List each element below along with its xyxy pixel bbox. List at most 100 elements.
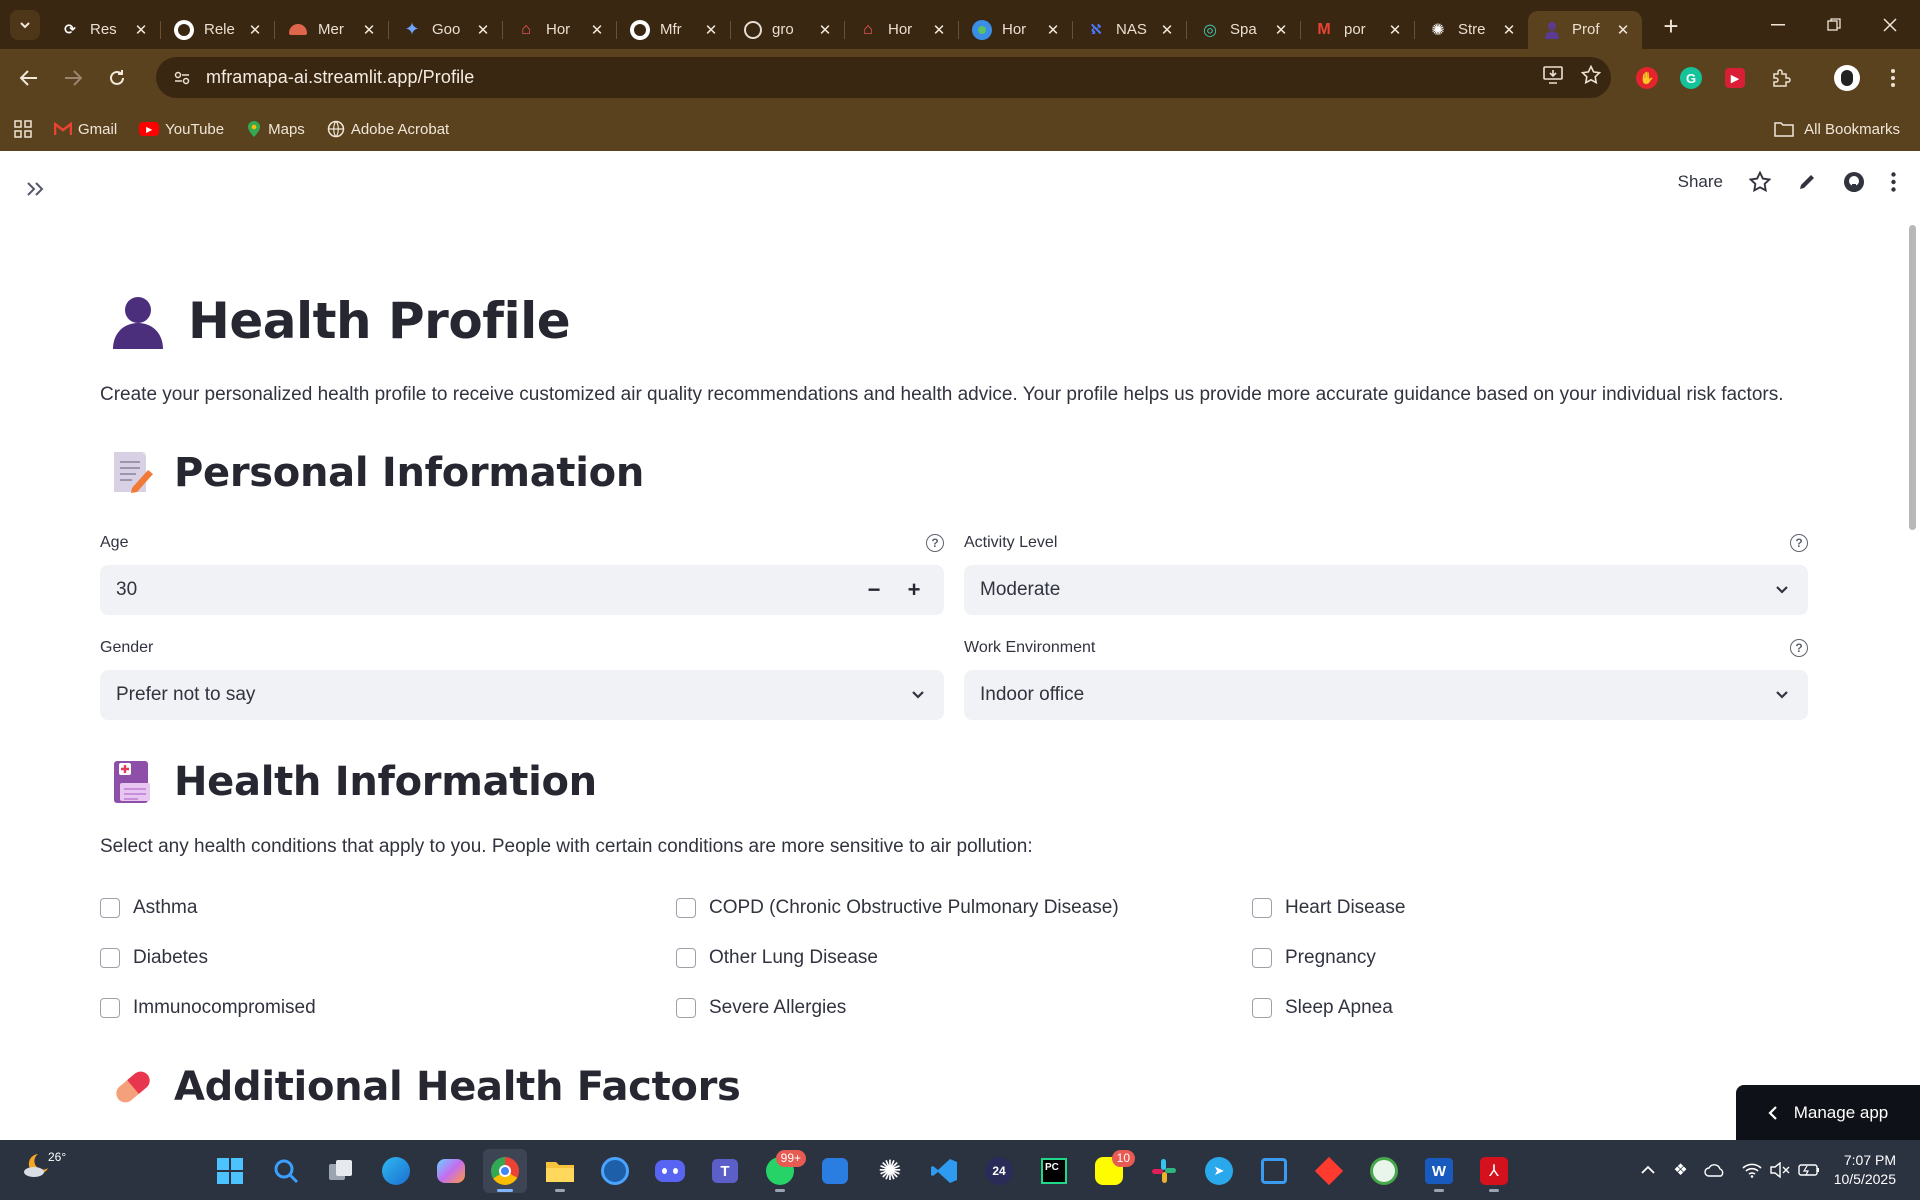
browser-tab[interactable]: Mfr ✕: [616, 11, 730, 49]
checkbox-heart-disease[interactable]: Heart Disease: [1252, 897, 1405, 919]
chatgpt-icon[interactable]: ✺: [868, 1149, 912, 1193]
red-diamond-app-icon[interactable]: [1307, 1149, 1351, 1193]
checkbox-asthma[interactable]: Asthma: [100, 897, 197, 919]
close-icon[interactable]: ✕: [702, 21, 720, 39]
checkbox-box[interactable]: [1252, 948, 1272, 968]
browser-tab[interactable]: ✦ Goo ✕: [388, 11, 502, 49]
task-view-icon[interactable]: [319, 1149, 363, 1193]
snapchat-icon[interactable]: 10: [1087, 1149, 1135, 1193]
edit-pencil-icon[interactable]: [1797, 172, 1817, 192]
minimize-button[interactable]: [1750, 0, 1806, 49]
all-bookmarks-button[interactable]: All Bookmarks: [1774, 107, 1900, 151]
edge-beta-icon[interactable]: [374, 1149, 418, 1193]
extension-stop-icon[interactable]: ✋: [1629, 49, 1665, 107]
clock[interactable]: 7:07 PM 10/5/2025: [1834, 1151, 1896, 1189]
discord-icon[interactable]: [648, 1149, 692, 1193]
bookmark-youtube[interactable]: ▶ YouTube: [139, 121, 224, 138]
onedrive-icon[interactable]: [1704, 1163, 1726, 1177]
gender-select[interactable]: Prefer not to say: [100, 670, 944, 720]
beta-app-icon[interactable]: [593, 1149, 637, 1193]
blue-app-icon[interactable]: [813, 1149, 857, 1193]
checkbox-sleep-apnea[interactable]: Sleep Apnea: [1252, 997, 1393, 1019]
help-question-icon[interactable]: ?: [926, 534, 944, 552]
close-icon[interactable]: ✕: [1386, 21, 1404, 39]
close-icon[interactable]: ✕: [1158, 21, 1176, 39]
sidebar-expand-button[interactable]: [26, 177, 46, 203]
start-windows-icon[interactable]: [208, 1149, 252, 1193]
bookmark-gmail[interactable]: Gmail: [54, 121, 117, 138]
close-icon[interactable]: ✕: [360, 21, 378, 39]
close-window-button[interactable]: [1862, 0, 1918, 49]
browser-tab[interactable]: ⌂ Hor ✕: [844, 11, 958, 49]
teams-icon[interactable]: T: [703, 1149, 747, 1193]
weather-widget[interactable]: 26°: [22, 1150, 66, 1180]
page-scrollbar[interactable]: [1909, 225, 1916, 530]
apps-grid-icon[interactable]: [14, 120, 32, 138]
browser-tab[interactable]: Hor ✕: [958, 11, 1072, 49]
forward-button[interactable]: [54, 59, 92, 97]
browser-tab[interactable]: Rele ✕: [160, 11, 274, 49]
browser-tab[interactable]: M por ✕: [1300, 11, 1414, 49]
checkbox-box[interactable]: [676, 898, 696, 918]
new-tab-button[interactable]: +: [1654, 10, 1688, 44]
reload-button[interactable]: [98, 59, 136, 97]
extensions-puzzle-icon[interactable]: [1763, 49, 1799, 107]
profile-avatar-icon[interactable]: [1829, 49, 1865, 107]
browser-menu-icon[interactable]: [1875, 49, 1911, 107]
tab-search-button[interactable]: [10, 9, 40, 40]
pycharm-icon[interactable]: PC: [1032, 1149, 1076, 1193]
checkbox-immunocompromised[interactable]: Immunocompromised: [100, 997, 316, 1019]
restore-button[interactable]: [1806, 0, 1862, 49]
wifi-icon[interactable]: [1742, 1162, 1762, 1178]
close-icon[interactable]: ✕: [132, 21, 150, 39]
green-app-icon[interactable]: [1362, 1149, 1406, 1193]
bookmark-adobe-acrobat[interactable]: Adobe Acrobat: [327, 120, 449, 138]
increment-button[interactable]: +: [894, 577, 934, 603]
checkbox-diabetes[interactable]: Diabetes: [100, 947, 208, 969]
file-explorer-icon[interactable]: [538, 1149, 582, 1193]
close-icon[interactable]: ✕: [1614, 21, 1632, 39]
bookmark-star-icon[interactable]: [1580, 64, 1602, 90]
checkbox-box[interactable]: [1252, 898, 1272, 918]
grammarly-icon[interactable]: G: [1673, 49, 1709, 107]
close-icon[interactable]: ✕: [1044, 21, 1062, 39]
share-button[interactable]: Share: [1678, 172, 1723, 192]
checkbox-copd[interactable]: COPD (Chronic Obstructive Pulmonary Dise…: [676, 897, 1119, 919]
browser-tab[interactable]: ✺ Stre ✕: [1414, 11, 1528, 49]
telegram-icon[interactable]: ➤: [1197, 1149, 1241, 1193]
browser-tab[interactable]: ⌂ Hor ✕: [502, 11, 616, 49]
browser-tab[interactable]: ⟳ Res ✕: [46, 11, 160, 49]
slack-icon[interactable]: [1142, 1149, 1186, 1193]
back-button[interactable]: [10, 59, 48, 97]
checkbox-severe-allergies[interactable]: Severe Allergies: [676, 997, 846, 1019]
browser-tab[interactable]: ℵ NAS ✕: [1072, 11, 1186, 49]
close-icon[interactable]: ✕: [1500, 21, 1518, 39]
github-icon[interactable]: [1843, 171, 1865, 193]
help-question-icon[interactable]: ?: [1790, 639, 1808, 657]
close-icon[interactable]: ✕: [588, 21, 606, 39]
help-question-icon[interactable]: ?: [1790, 534, 1808, 552]
browser-tab[interactable]: gro ✕: [730, 11, 844, 49]
checkbox-box[interactable]: [1252, 998, 1272, 1018]
more-menu-icon[interactable]: [1891, 172, 1896, 192]
checkbox-box[interactable]: [676, 998, 696, 1018]
activity-level-select[interactable]: Moderate: [964, 565, 1808, 615]
chrome-icon[interactable]: [483, 1149, 527, 1193]
dropbox-icon[interactable]: ❖: [1673, 1160, 1687, 1180]
install-app-icon[interactable]: [1543, 66, 1563, 89]
browser-tab[interactable]: ◎ Spa ✕: [1186, 11, 1300, 49]
bookmark-maps[interactable]: Maps: [246, 120, 305, 138]
checkbox-other-lung-disease[interactable]: Other Lung Disease: [676, 947, 878, 969]
address-bar[interactable]: mframapa-ai.streamlit.app/Profile: [156, 57, 1611, 98]
app-24-icon[interactable]: 24: [977, 1149, 1021, 1193]
vscode-icon[interactable]: [922, 1149, 966, 1193]
word-icon[interactable]: W: [1417, 1149, 1461, 1193]
chevron-up-icon[interactable]: [1641, 1165, 1655, 1175]
close-icon[interactable]: ✕: [246, 21, 264, 39]
copilot-icon[interactable]: [429, 1149, 473, 1193]
extension-red-icon[interactable]: ▶: [1717, 49, 1753, 107]
checkbox-box[interactable]: [100, 898, 120, 918]
site-settings-icon[interactable]: [168, 64, 196, 92]
checkbox-box[interactable]: [100, 948, 120, 968]
work-environment-select[interactable]: Indoor office: [964, 670, 1808, 720]
